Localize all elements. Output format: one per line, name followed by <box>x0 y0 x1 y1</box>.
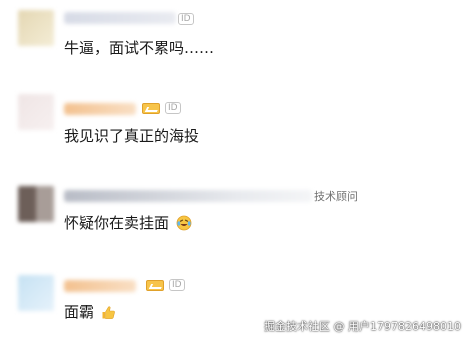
watermark: 掘金技术社区 @ 用户1797826498010 <box>264 320 461 333</box>
comment-text: 牛逼，面试不累吗…… <box>64 39 215 57</box>
avatar[interactable] <box>18 186 54 222</box>
comment-text: 我见识了真正的海投 <box>64 127 200 145</box>
thumbs-up-emoji-icon <box>101 305 116 324</box>
comment-text: 面霸 <box>64 303 116 324</box>
vip-badge-icon <box>146 280 164 291</box>
comment-text-body: 面霸 <box>64 303 95 321</box>
id-badge: ID <box>165 102 181 114</box>
avatar[interactable] <box>18 275 54 311</box>
id-badge: ID <box>169 279 185 291</box>
id-badge: ID <box>178 13 194 25</box>
comment-text-body: 怀疑你在卖挂面 <box>64 214 170 232</box>
vip-badge-icon <box>142 103 160 114</box>
role-label: 技术顾问 <box>314 190 358 203</box>
laughing-tears-emoji-icon <box>176 215 192 235</box>
username-blurred[interactable] <box>64 103 136 115</box>
username-blurred[interactable] <box>64 190 312 202</box>
avatar[interactable] <box>18 94 54 130</box>
username-blurred[interactable] <box>64 12 176 24</box>
comment-text: 怀疑你在卖挂面 <box>64 214 192 235</box>
username-blurred[interactable] <box>64 280 136 292</box>
avatar[interactable] <box>18 10 54 46</box>
